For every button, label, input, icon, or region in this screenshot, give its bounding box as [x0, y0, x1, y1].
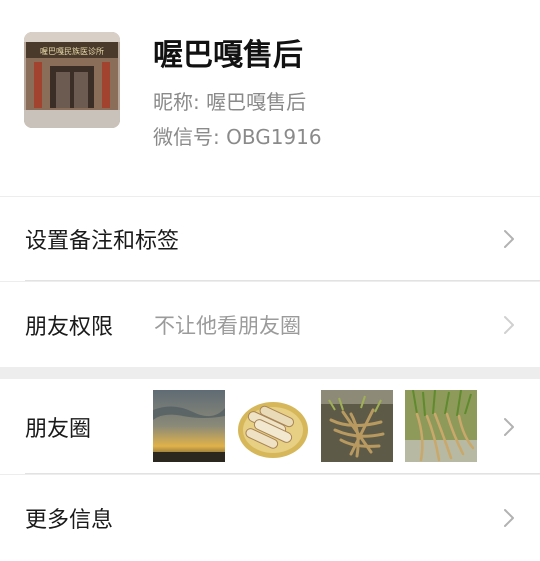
remark-and-tags-label: 设置备注和标签 — [25, 229, 180, 254]
avatar[interactable]: 喔巴嘎民族医诊所 — [24, 32, 120, 128]
divider — [25, 473, 540, 474]
moments-thumbnail-root-plate[interactable] — [237, 390, 309, 462]
friend-permissions-label: 朋友权限 — [25, 314, 114, 340]
section-gap — [0, 367, 540, 379]
friend-permissions-value: 不让他看朋友圈 — [154, 313, 301, 338]
profile-nickname: 昵称: 喔巴嘎售后 — [153, 90, 307, 114]
avatar-storefront-image: 喔巴嘎民族医诊所 — [24, 32, 120, 128]
profile-wechat-id: 微信号: OBG1916 — [153, 125, 322, 149]
chevron-right-icon — [504, 230, 514, 248]
moments-row[interactable]: 朋友圈 — [0, 379, 540, 474]
divider — [25, 280, 540, 281]
profile-name: 喔巴嘎售后 — [153, 38, 303, 73]
friend-permissions-row[interactable]: 朋友权限 不让他看朋友圈 — [0, 282, 540, 367]
remark-and-tags-row[interactable]: 设置备注和标签 — [0, 197, 540, 281]
avatar-sign-text: 喔巴嘎民族医诊所 — [40, 46, 104, 56]
moments-thumbnail-roots-bundle[interactable] — [405, 390, 477, 462]
moments-label: 朋友圈 — [25, 416, 92, 442]
moments-thumbnail-sunset[interactable] — [153, 390, 225, 462]
chevron-right-icon — [504, 509, 514, 527]
more-info-row[interactable]: 更多信息 — [0, 475, 540, 561]
more-info-label: 更多信息 — [25, 508, 114, 533]
profile-header: 喔巴嘎民族医诊所 喔巴嘎售后 昵称: 喔巴嘎售后 微信号: OBG1916 — [0, 0, 540, 196]
moments-thumbnail-roots[interactable] — [321, 390, 393, 462]
chevron-right-icon — [504, 417, 514, 436]
chevron-right-icon — [504, 315, 514, 334]
